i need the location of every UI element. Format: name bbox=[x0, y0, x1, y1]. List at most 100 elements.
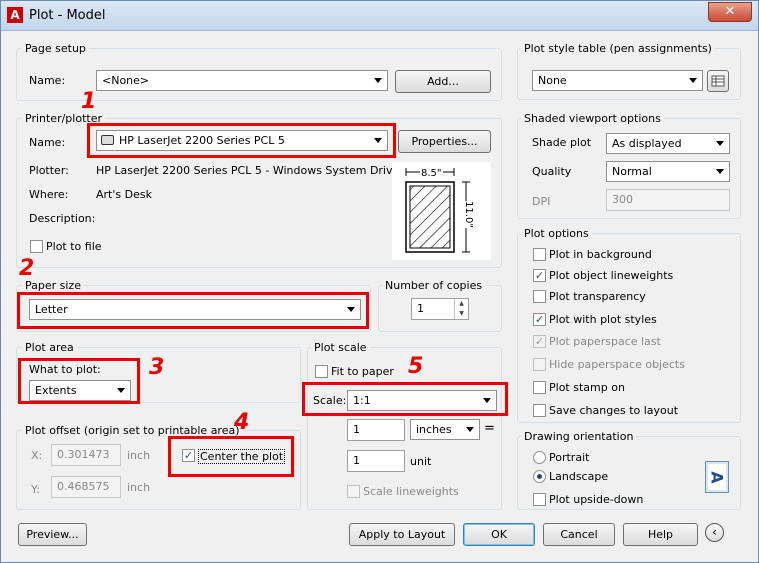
cancel-button[interactable]: Cancel bbox=[543, 523, 615, 546]
upside-down-label: Plot upside-down bbox=[549, 493, 644, 506]
shade-plot-label: Shade plot bbox=[532, 136, 592, 149]
autocad-logo-icon: A bbox=[7, 7, 23, 23]
plot-option-label: Plot with plot styles bbox=[549, 313, 657, 326]
fit-to-paper-checkbox[interactable] bbox=[315, 365, 328, 378]
annotation-number-4: 4 bbox=[234, 410, 250, 435]
scale-unit-value: inches bbox=[416, 423, 452, 436]
preview-width-label: 8.5" bbox=[420, 168, 443, 179]
portrait-label: Portrait bbox=[549, 451, 590, 464]
offset-y-label: Y: bbox=[31, 483, 40, 496]
ok-button[interactable]: OK bbox=[463, 523, 535, 546]
annotation-number-3: 3 bbox=[149, 355, 165, 380]
plot-style-title: Plot style table (pen assignments) bbox=[521, 42, 715, 55]
landscape-label: Landscape bbox=[549, 470, 609, 483]
scale-equals: = bbox=[484, 421, 495, 436]
plot-option-label: Hide paperspace objects bbox=[549, 358, 685, 371]
shaded-viewport-title: Shaded viewport options bbox=[521, 112, 664, 125]
quality-combo[interactable]: Normal bbox=[606, 161, 730, 182]
window-title: Plot - Model bbox=[29, 8, 106, 23]
properties-button[interactable]: Properties... bbox=[398, 130, 491, 153]
hide-paperspace-objects-checkbox[interactable] bbox=[533, 358, 546, 371]
annotation-box-printer bbox=[87, 123, 396, 158]
edit-table-icon bbox=[711, 75, 725, 87]
copies-spinner[interactable]: ▲ ▼ bbox=[454, 299, 468, 319]
description-label: Description: bbox=[29, 212, 96, 225]
orientation-title: Drawing orientation bbox=[521, 430, 637, 443]
scale-unit-combo[interactable]: inches bbox=[410, 419, 480, 440]
annotation-box-paper-size bbox=[17, 292, 369, 329]
quality-label: Quality bbox=[532, 165, 572, 178]
chevron-down-icon bbox=[716, 141, 724, 146]
page-setup-name-combo[interactable]: <None> bbox=[96, 70, 388, 91]
plot-option-label: Plot transparency bbox=[549, 290, 646, 303]
add-button[interactable]: Add... bbox=[395, 70, 491, 93]
landscape-radio[interactable] bbox=[533, 470, 546, 483]
annotation-box-what-to-plot bbox=[18, 358, 140, 404]
annotation-number-1: 1 bbox=[81, 89, 97, 114]
plot-dialog: A Plot - Model ✕ Page setup Name: <None>… bbox=[0, 0, 759, 563]
plot-options-group bbox=[517, 233, 741, 423]
offset-y-input[interactable]: 0.468575 bbox=[51, 476, 121, 498]
scale-lineweights-checkbox[interactable] bbox=[347, 485, 360, 498]
plot-option-label: Plot object lineweights bbox=[549, 269, 674, 282]
plot-to-file-checkbox[interactable] bbox=[30, 240, 43, 253]
dpi-label: DPI bbox=[532, 195, 551, 208]
fit-to-paper-label: Fit to paper bbox=[331, 365, 394, 378]
portrait-radio[interactable] bbox=[533, 451, 546, 464]
plot-paperspace-last-checkbox[interactable]: ✓ bbox=[533, 335, 546, 348]
close-button[interactable]: ✕ bbox=[708, 2, 752, 22]
orientation-letter: A bbox=[707, 471, 727, 484]
annotation-number-2: 2 bbox=[19, 256, 35, 281]
where-label: Where: bbox=[29, 188, 69, 201]
copies-title: Number of copies bbox=[382, 279, 486, 292]
plot-option-label: Plot paperspace last bbox=[549, 335, 661, 348]
page-setup-name-value: <None> bbox=[102, 74, 150, 87]
shade-plot-combo[interactable]: As displayed bbox=[606, 133, 730, 154]
plot-object-lineweights-checkbox[interactable]: ✓ bbox=[533, 269, 546, 282]
plot-to-file-label: Plot to file bbox=[46, 240, 102, 253]
scale-value2-input[interactable]: 1 bbox=[347, 450, 405, 472]
spin-up-icon[interactable]: ▲ bbox=[455, 299, 468, 309]
dpi-input[interactable]: 300 bbox=[606, 189, 730, 211]
quality-value: Normal bbox=[612, 165, 652, 178]
plot-transparency-checkbox[interactable] bbox=[533, 290, 546, 303]
help-button[interactable]: Help bbox=[623, 523, 698, 546]
chevron-down-icon bbox=[716, 169, 724, 174]
plot-option-label: Plot stamp on bbox=[549, 381, 625, 394]
scale-lineweights-label: Scale lineweights bbox=[363, 485, 459, 498]
edit-plot-style-button[interactable] bbox=[707, 70, 729, 92]
preview-button[interactable]: Preview... bbox=[18, 523, 87, 546]
apply-to-layout-button[interactable]: Apply to Layout bbox=[349, 523, 455, 546]
landscape-page-icon: A bbox=[705, 461, 729, 493]
printer-name-label: Name: bbox=[29, 136, 66, 149]
plot-stamp-on-checkbox[interactable] bbox=[533, 381, 546, 394]
offset-x-unit: inch bbox=[127, 449, 151, 462]
page-setup-title: Page setup bbox=[22, 42, 89, 55]
plot-scale-title: Plot scale bbox=[311, 341, 370, 354]
collapse-chevron-icon[interactable]: ‹ bbox=[705, 523, 724, 542]
page-setup-name-label: Name: bbox=[29, 74, 66, 87]
plot-style-value: None bbox=[538, 74, 567, 87]
scale-value1-input[interactable]: 1 bbox=[347, 419, 405, 441]
upside-down-checkbox[interactable] bbox=[533, 493, 546, 506]
scale-unit2-label: unit bbox=[410, 455, 432, 468]
annotation-box-center-plot bbox=[168, 436, 294, 477]
offset-x-input[interactable]: 0.301473 bbox=[51, 444, 121, 466]
spin-down-icon[interactable]: ▼ bbox=[455, 309, 468, 319]
copies-input[interactable]: 1 ▲ ▼ bbox=[411, 298, 469, 320]
plot-with-plot-styles-checkbox[interactable]: ✓ bbox=[533, 313, 546, 326]
chevron-down-icon bbox=[374, 78, 382, 83]
paper-preview: 8.5" 11.0" bbox=[392, 162, 491, 260]
plotter-label: Plotter: bbox=[29, 164, 69, 177]
plot-options-title: Plot options bbox=[521, 227, 592, 240]
plot-option-label: Save changes to layout bbox=[549, 404, 679, 417]
plot-in-background-checkbox[interactable] bbox=[533, 248, 546, 261]
chevron-down-icon bbox=[689, 78, 697, 83]
plot-style-combo[interactable]: None bbox=[532, 70, 703, 91]
offset-x-label: X: bbox=[31, 449, 43, 462]
plot-area-title: Plot area bbox=[22, 341, 77, 354]
save-changes-checkbox[interactable] bbox=[533, 404, 546, 417]
offset-y-unit: inch bbox=[127, 481, 151, 494]
where-value: Art's Desk bbox=[96, 188, 152, 201]
shade-plot-value: As displayed bbox=[612, 137, 682, 150]
